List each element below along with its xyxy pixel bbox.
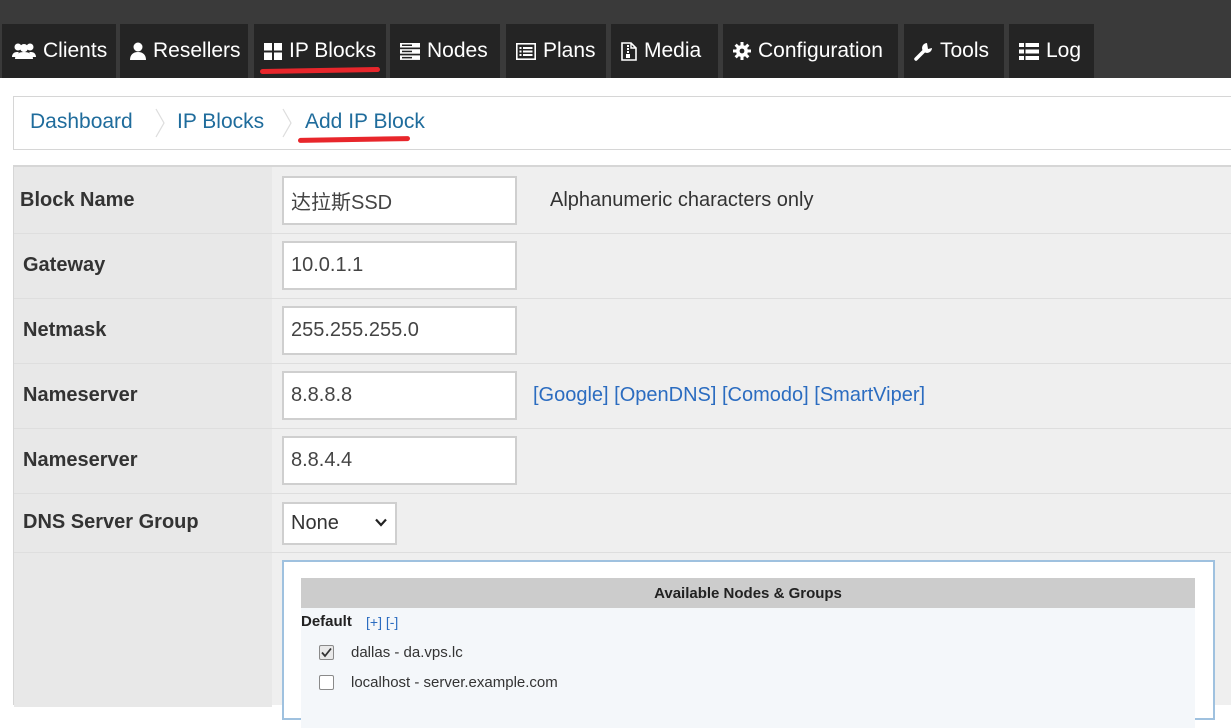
tab-clients[interactable]: Clients bbox=[2, 24, 116, 78]
nameserver-2-input[interactable] bbox=[282, 436, 517, 485]
tab-tools[interactable]: Tools bbox=[904, 24, 1004, 78]
nameserver-2-label: Nameserver bbox=[23, 449, 138, 471]
wrench-icon bbox=[914, 42, 932, 61]
user-icon bbox=[130, 42, 146, 60]
breadcrumb-ip-blocks[interactable]: IP Blocks bbox=[177, 110, 264, 134]
nodes-groups-panel: Available Nodes & Groups Default [+] [-]… bbox=[282, 560, 1215, 728]
group-collapse-link[interactable]: [-] bbox=[386, 614, 398, 630]
tab-media[interactable]: Media bbox=[611, 24, 718, 78]
gear-icon bbox=[733, 42, 751, 60]
users-icon bbox=[12, 43, 36, 59]
list-icon bbox=[1019, 42, 1039, 60]
gateway-label: Gateway bbox=[23, 254, 106, 276]
tab-label: Tools bbox=[940, 39, 990, 62]
netmask-label: Netmask bbox=[23, 319, 107, 341]
tab-nodes[interactable]: Nodes bbox=[390, 24, 500, 78]
nodes-panel-body bbox=[301, 608, 1195, 728]
node-group-name: Default bbox=[301, 613, 352, 630]
breadcrumb-separator bbox=[155, 108, 165, 138]
node-checkbox-localhost[interactable] bbox=[319, 675, 334, 690]
tab-resellers[interactable]: Resellers bbox=[120, 24, 248, 78]
dns-server-group-value: None bbox=[291, 512, 339, 534]
tab-plans[interactable]: Plans bbox=[506, 24, 606, 78]
node-label-dallas: dallas - da.vps.lc bbox=[351, 644, 463, 661]
tab-label: Media bbox=[644, 39, 702, 62]
dns-server-group-select[interactable]: None bbox=[282, 502, 397, 545]
gateway-input[interactable] bbox=[282, 241, 517, 290]
server-icon bbox=[400, 42, 420, 60]
breadcrumb: Dashboard IP Blocks Add IP Block bbox=[13, 96, 1231, 150]
dns-preset-smartviper[interactable]: [SmartViper] bbox=[814, 384, 925, 406]
breadcrumb-dashboard[interactable]: Dashboard bbox=[30, 110, 133, 134]
tab-label: Clients bbox=[43, 39, 108, 62]
node-label-localhost: localhost - server.example.com bbox=[351, 674, 558, 691]
block-name-label: Block Name bbox=[20, 189, 135, 211]
grid-icon bbox=[264, 42, 282, 60]
group-expand-link[interactable]: [+] bbox=[366, 614, 382, 630]
list-alt-icon bbox=[516, 42, 536, 60]
dns-preset-google[interactable]: [Google] bbox=[533, 384, 609, 406]
tab-label: Log bbox=[1046, 39, 1082, 62]
block-name-input[interactable] bbox=[282, 176, 517, 225]
group-toggle-links: [+] [-] bbox=[366, 614, 398, 630]
dns-server-group-label: DNS Server Group bbox=[23, 511, 199, 533]
tab-log[interactable]: Log bbox=[1009, 24, 1094, 78]
dns-preset-comodo[interactable]: [Comodo] bbox=[722, 384, 809, 406]
tab-label: Plans bbox=[543, 39, 596, 62]
nameserver-1-label: Nameserver bbox=[23, 384, 138, 406]
breadcrumb-separator bbox=[282, 108, 292, 138]
file-zip-icon bbox=[621, 41, 637, 61]
netmask-input[interactable] bbox=[282, 306, 517, 355]
checkmark-icon bbox=[321, 647, 332, 658]
block-name-hint: Alphanumeric characters only bbox=[550, 189, 814, 211]
tab-ip-blocks[interactable]: IP Blocks bbox=[254, 24, 386, 78]
tab-label: Nodes bbox=[427, 39, 488, 62]
dns-presets: [Google] [OpenDNS] [Comodo] [SmartViper] bbox=[533, 384, 925, 407]
nameserver-1-input[interactable] bbox=[282, 371, 517, 420]
nodes-panel-title: Available Nodes & Groups bbox=[301, 578, 1195, 608]
add-ip-block-form: Block Name Alphanumeric characters only … bbox=[13, 165, 1231, 728]
chevron-down-icon bbox=[375, 518, 387, 527]
tab-label: Configuration bbox=[758, 39, 883, 62]
tab-label: IP Blocks bbox=[289, 39, 377, 62]
label-column bbox=[14, 167, 272, 707]
tab-configuration[interactable]: Configuration bbox=[723, 24, 898, 78]
breadcrumb-add-ip-block[interactable]: Add IP Block bbox=[305, 110, 425, 134]
dns-preset-opendns[interactable]: [OpenDNS] bbox=[614, 384, 716, 406]
node-checkbox-dallas[interactable] bbox=[319, 645, 334, 660]
annotation-underline bbox=[259, 66, 381, 75]
tab-label: Resellers bbox=[153, 39, 241, 62]
top-nav: Clients Resellers IP Blocks Nodes Plans … bbox=[0, 0, 1231, 78]
